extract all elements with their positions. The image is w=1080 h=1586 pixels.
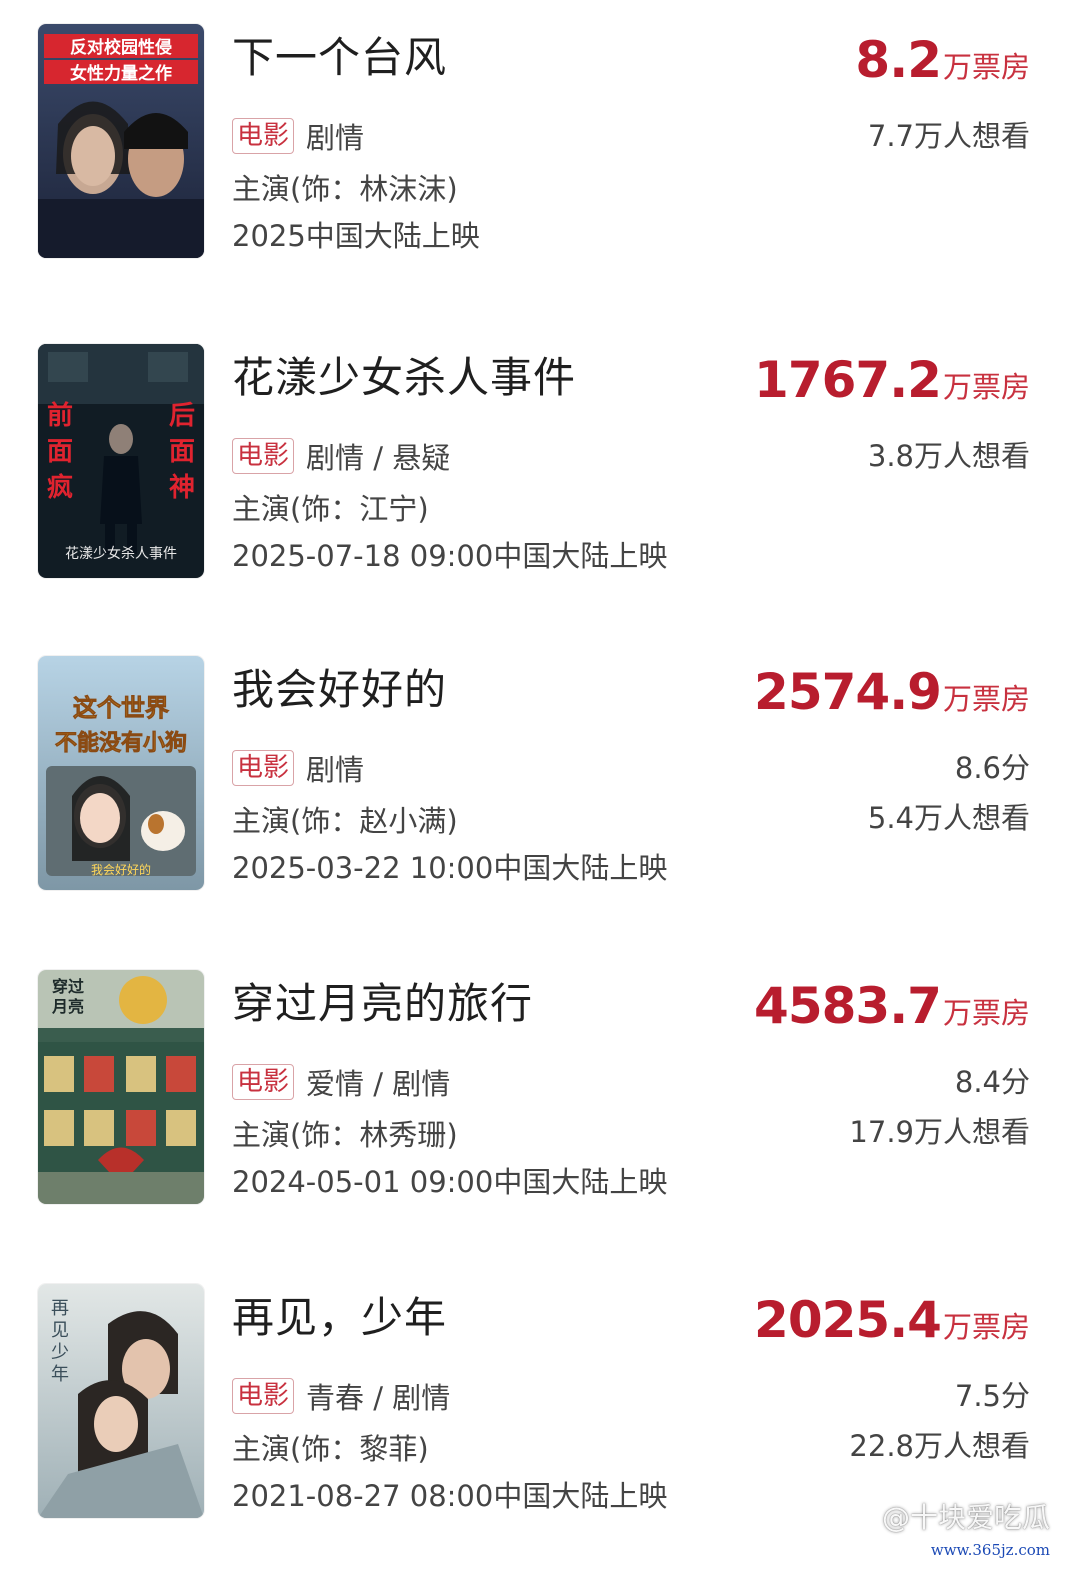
poster-image: 前 面 疯 后 面 神 花漾少女杀人事件 [38, 344, 204, 578]
watermark-handle: @十块爱吃瓜 [881, 1501, 1050, 1534]
movie-actor: 主演(饰：黎菲) [232, 1432, 429, 1466]
want-to-see: 17.9万人想看 [849, 1115, 1030, 1149]
svg-text:见: 见 [51, 1320, 69, 1341]
poster-text: 不能没有小狗 [55, 730, 187, 756]
svg-text:疯: 疯 [47, 472, 73, 503]
poster-text: 女性力量之作 [70, 63, 172, 84]
movie-type-tag: 电影 [232, 1064, 295, 1100]
box-office-value: 1767.2 [754, 351, 942, 409]
movie-poster[interactable]: 反对校园性侵 女性力量之作 [38, 24, 204, 258]
box-office: 4583.7万票房 [754, 976, 1030, 1048]
movie-actor: 主演(饰：林秀珊) [232, 1118, 458, 1152]
genre-row: 电影 剧情 / 悬疑 [232, 436, 450, 476]
movie-poster[interactable]: 穿过 月亮 [38, 970, 204, 1204]
svg-text:我会好好的: 我会好好的 [91, 862, 151, 877]
movie-score: 8.4分 [954, 1065, 1030, 1099]
box-office-value: 4583.7 [754, 977, 942, 1035]
movie-genre: 剧情 [306, 121, 365, 155]
movie-item[interactable]: 前 面 疯 后 面 神 花漾少女杀人事件 花漾少女杀人事件 电影 剧情 / 悬疑… [0, 344, 1080, 604]
box-office-unit: 万票房 [942, 682, 1030, 716]
movie-release: 2021-08-27 08:00中国大陆上映 [232, 1479, 668, 1513]
box-office: 2574.9万票房 [754, 662, 1030, 734]
movie-poster[interactable]: 前 面 疯 后 面 神 花漾少女杀人事件 [38, 344, 204, 578]
svg-text:月亮: 月亮 [51, 997, 84, 1016]
box-office-value: 8.2 [855, 31, 942, 89]
movie-release: 2024-05-01 09:00中国大陆上映 [232, 1165, 668, 1199]
svg-text:年: 年 [51, 1364, 69, 1385]
genre-row: 电影 爱情 / 剧情 [232, 1062, 450, 1102]
box-office: 2025.4万票房 [754, 1290, 1030, 1362]
want-to-see: 5.4万人想看 [867, 801, 1030, 835]
box-office: 8.2万票房 [855, 30, 1030, 102]
box-office-value: 2574.9 [754, 663, 942, 721]
movie-item[interactable]: 反对校园性侵 女性力量之作 下一个台风 电影 剧情 主演(饰：林沫沫) 2025… [0, 24, 1080, 284]
genre-row: 电影 青春 / 剧情 [232, 1376, 450, 1416]
poster-text: 这个世界 [73, 694, 169, 722]
box-office-unit: 万票房 [942, 50, 1030, 84]
svg-text:少: 少 [51, 1342, 69, 1363]
movie-type-tag: 电影 [232, 1378, 295, 1414]
svg-text:前: 前 [47, 400, 73, 431]
box-office: 1767.2万票房 [754, 350, 1030, 422]
watermark-site: www.365jz.com [930, 1541, 1050, 1559]
poster-text: 反对校园性侵 [70, 37, 172, 58]
svg-text:花漾少女杀人事件: 花漾少女杀人事件 [65, 545, 177, 562]
movie-actor: 主演(饰：江宁) [232, 492, 429, 526]
svg-text:神: 神 [169, 473, 195, 503]
movie-release: 2025-03-22 10:00中国大陆上映 [232, 851, 668, 885]
movie-poster[interactable]: 这个世界 不能没有小狗 我会好好的 [38, 656, 204, 890]
movie-genre: 爱情 / 剧情 [306, 1067, 451, 1101]
movie-title[interactable]: 下一个台风 [232, 30, 447, 86]
movie-actor: 主演(饰：林沫沫) [232, 172, 458, 206]
svg-text:后: 后 [169, 401, 195, 431]
poster-image: 穿过 月亮 [38, 970, 204, 1204]
genre-row: 电影 剧情 [232, 116, 364, 156]
movie-release: 2025中国大陆上映 [232, 219, 480, 253]
movie-type-tag: 电影 [232, 118, 295, 154]
movie-title[interactable]: 我会好好的 [232, 662, 447, 718]
want-to-see: 7.7万人想看 [867, 119, 1030, 153]
movie-genre: 剧情 / 悬疑 [306, 441, 451, 475]
movie-score: 8.6分 [954, 751, 1030, 785]
movie-item[interactable]: 这个世界 不能没有小狗 我会好好的 我会好好的 电影 剧情 主演(饰：赵小满) … [0, 656, 1080, 916]
want-to-see: 22.8万人想看 [849, 1429, 1030, 1463]
watermark: @十块爱吃瓜 www.365jz.com [882, 1502, 1050, 1566]
movie-item[interactable]: 穿过 月亮 穿过月亮的旅行 电影 爱情 / 剧情 主演(饰：林秀珊) 2024-… [0, 970, 1080, 1230]
box-office-unit: 万票房 [942, 996, 1030, 1030]
movie-type-tag: 电影 [232, 438, 295, 474]
box-office-unit: 万票房 [942, 370, 1030, 404]
movie-actor: 主演(饰：赵小满) [232, 804, 458, 838]
want-to-see: 3.8万人想看 [867, 439, 1030, 473]
box-office-unit: 万票房 [942, 1310, 1030, 1344]
poster-image: 这个世界 不能没有小狗 我会好好的 [38, 656, 204, 890]
movie-title[interactable]: 花漾少女杀人事件 [232, 350, 576, 406]
svg-text:面: 面 [169, 437, 195, 467]
svg-text:穿过: 穿过 [52, 977, 84, 996]
movie-release: 2025-07-18 09:00中国大陆上映 [232, 539, 668, 573]
movie-score: 7.5分 [954, 1379, 1030, 1413]
poster-image: 反对校园性侵 女性力量之作 [38, 24, 204, 258]
movie-poster[interactable]: 再 见 少 年 [38, 1284, 204, 1518]
box-office-value: 2025.4 [754, 1291, 942, 1349]
svg-text:面: 面 [47, 437, 73, 467]
movie-genre: 剧情 [306, 753, 365, 787]
movie-title[interactable]: 再见，少年 [232, 1290, 447, 1346]
genre-row: 电影 剧情 [232, 748, 364, 788]
movie-genre: 青春 / 剧情 [306, 1381, 451, 1415]
poster-image: 再 见 少 年 [38, 1284, 204, 1518]
movie-title[interactable]: 穿过月亮的旅行 [232, 976, 533, 1032]
svg-text:再: 再 [51, 1298, 69, 1319]
movie-type-tag: 电影 [232, 750, 295, 786]
